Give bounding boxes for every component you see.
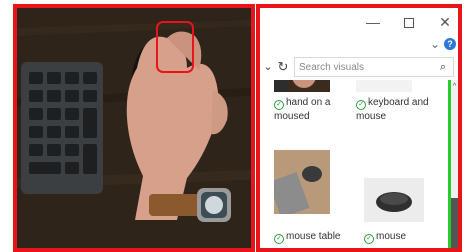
search-icon[interactable]: ⌕ <box>436 59 450 75</box>
visuals-grid: ✓ hand on a moused ✓ keyboard and mouse ✓ m… <box>260 80 444 248</box>
check-icon: ✓ <box>356 100 366 110</box>
visual-caption: ✓ mouse <box>364 230 444 244</box>
visual-caption: ✓ hand on a moused <box>274 97 331 122</box>
visual-thumbnail <box>274 150 330 214</box>
visuals-pane: — ✕ ⌄ ? ⌄ ↻ ⌕ ✓hand on a moused <box>256 4 462 252</box>
visual-thumbnail <box>274 80 330 92</box>
close-button[interactable]: ✕ <box>432 12 458 32</box>
check-icon: ✓ <box>274 100 284 110</box>
hand-on-mouse-photo <box>17 8 251 248</box>
selected-photo[interactable] <box>13 4 255 252</box>
ribbon-row: ⌄ ? <box>260 36 458 54</box>
refresh-icon[interactable]: ↻ <box>276 59 290 75</box>
check-icon: ✓ <box>274 234 284 244</box>
maximize-button[interactable] <box>396 12 422 32</box>
help-icon[interactable]: ? <box>444 38 456 50</box>
expand-ribbon-chevron-icon[interactable]: ⌄ <box>428 36 442 52</box>
visual-thumbnail <box>364 178 424 222</box>
check-icon: ✓ <box>364 234 374 244</box>
minimize-icon: — <box>366 14 380 30</box>
chevron-down-icon[interactable]: ⌄ <box>262 59 274 75</box>
scroll-up-arrow-icon[interactable]: ^ <box>451 82 458 92</box>
visual-caption: ✓ mouse table <box>274 230 364 244</box>
search-input[interactable] <box>299 59 429 75</box>
search-box: ⌕ <box>294 57 454 77</box>
minimize-button[interactable]: — <box>360 12 386 32</box>
maximize-icon <box>404 18 414 29</box>
photo-panel <box>0 0 256 252</box>
titlebar: — ✕ <box>260 8 458 38</box>
visual-thumbnail <box>356 80 412 92</box>
visual-caption: ✓ keyboard and mouse <box>356 97 429 122</box>
close-icon: ✕ <box>439 14 451 30</box>
scroll-thumb[interactable] <box>451 198 458 248</box>
search-toolbar: ⌄ ↻ ⌕ <box>260 56 458 78</box>
vertical-scrollbar[interactable]: ^ <box>448 80 458 248</box>
